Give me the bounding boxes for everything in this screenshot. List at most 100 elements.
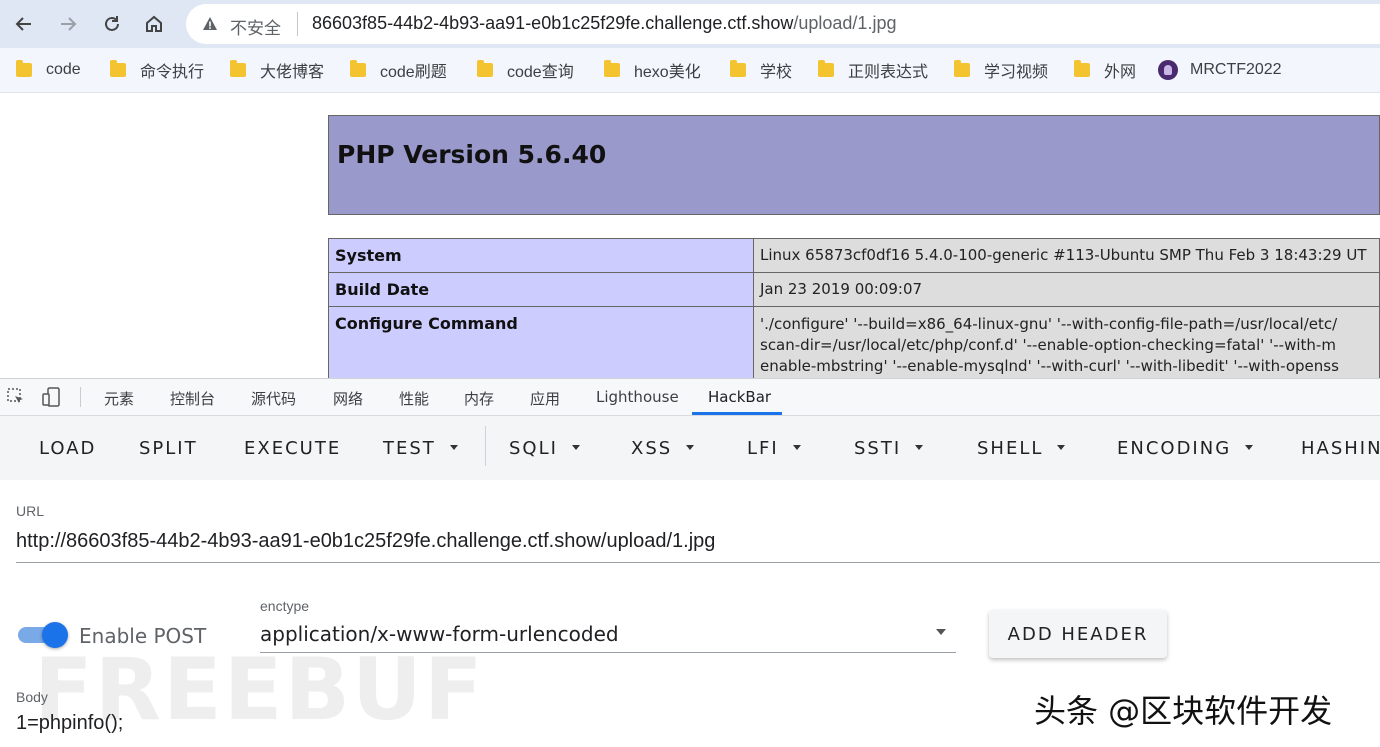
- load-button[interactable]: LOAD: [39, 438, 96, 459]
- bookmark-folder-code-query[interactable]: code查询: [477, 58, 574, 82]
- tab-network[interactable]: 网络: [333, 388, 363, 409]
- toolbar-divider: [485, 426, 486, 466]
- bookmark-label: code查询: [507, 64, 574, 81]
- phpinfo-header: PHP Version 5.6.40: [328, 115, 1380, 215]
- bookmark-folder-code-practice[interactable]: code刷题: [350, 58, 447, 82]
- folder-icon: [110, 60, 126, 77]
- folder-icon: [1074, 60, 1090, 77]
- bookmark-folder-videos[interactable]: 学习视频: [954, 58, 1048, 82]
- bookmark-label: 命令执行: [140, 64, 205, 81]
- bookmark-mrctf2022[interactable]: MRCTF2022: [1158, 58, 1282, 82]
- folder-icon: [230, 60, 246, 77]
- ssti-label: SSTI: [854, 438, 902, 459]
- tab-memory[interactable]: 内存: [464, 388, 494, 409]
- lfi-menu-button[interactable]: LFI: [747, 438, 801, 459]
- reload-icon: [105, 16, 119, 31]
- home-button[interactable]: [138, 8, 170, 40]
- shell-label: SHELL: [977, 438, 1044, 459]
- back-button[interactable]: [8, 8, 40, 40]
- chevron-down-icon: [686, 444, 695, 450]
- source-watermark-caption: 头条 @区块软件开发: [1034, 692, 1333, 730]
- address-bar[interactable]: 不安全 86603f85-44b2-4b93-aa91-e0b1c25f29fe…: [186, 4, 1380, 44]
- row-value: './configure' '--build=x86_64-linux-gnu'…: [753, 306, 1380, 389]
- tab-hackbar[interactable]: HackBar: [708, 388, 771, 406]
- bookmarks-bar: code 命令执行 大佬博客 code刷题 code查询 hexo美化 学校 正…: [0, 48, 1380, 93]
- table-row: Build Date Jan 23 2019 00:09:07: [328, 272, 1380, 307]
- sqli-menu-button[interactable]: SQLI: [509, 438, 580, 459]
- body-textarea[interactable]: 1=phpinfo();: [16, 712, 816, 738]
- url-input[interactable]: [16, 520, 1380, 563]
- table-row: System Linux 65873cf0df16 5.4.0-100-gene…: [328, 238, 1380, 273]
- php-version-title: PHP Version 5.6.40: [337, 140, 607, 169]
- body-field-label: Body: [16, 689, 48, 705]
- shell-menu-button[interactable]: SHELL: [977, 438, 1066, 459]
- configure-line: scan-dir=/usr/local/etc/php/conf.d' '--e…: [760, 336, 1336, 354]
- tab-performance[interactable]: 性能: [399, 388, 429, 409]
- tab-sources[interactable]: 源代码: [251, 388, 296, 409]
- chevron-down-icon: [915, 444, 924, 450]
- bookmark-folder-hexo[interactable]: hexo美化: [604, 58, 701, 82]
- url-host: 86603f85-44b2-4b93-aa91-e0b1c25f29fe.cha…: [312, 13, 794, 33]
- execute-button[interactable]: EXECUTE: [244, 438, 341, 459]
- hashing-menu-button[interactable]: HASHIN: [1301, 438, 1380, 459]
- xss-menu-button[interactable]: XSS: [631, 438, 695, 459]
- ssti-menu-button[interactable]: SSTI: [854, 438, 924, 459]
- url-path: /upload/1.jpg: [793, 13, 897, 33]
- bookmark-folder-external[interactable]: 外网: [1074, 58, 1136, 82]
- tab-console[interactable]: 控制台: [170, 388, 215, 409]
- chevron-down-icon: [1245, 444, 1254, 450]
- bookmark-label: code: [46, 61, 81, 78]
- bookmark-label: 外网: [1104, 64, 1137, 81]
- warning-triangle-icon[interactable]: [202, 16, 218, 32]
- row-label: System: [328, 238, 754, 273]
- configure-line: enable-mbstring' '--enable-mysqlnd' '--w…: [760, 357, 1339, 375]
- tab-divider: [80, 387, 81, 407]
- chevron-down-icon: [1057, 444, 1066, 450]
- folder-icon: [818, 60, 834, 77]
- folder-icon: [350, 60, 366, 77]
- test-menu-button[interactable]: TEST: [383, 438, 458, 459]
- mrctf-logo-icon: [1158, 60, 1178, 80]
- phpinfo-table: System Linux 65873cf0df16 5.4.0-100-gene…: [328, 238, 1380, 389]
- encoding-label: ENCODING: [1117, 438, 1232, 459]
- bookmark-folder-blogs[interactable]: 大佬博客: [230, 58, 324, 82]
- enctype-label: enctype: [260, 598, 310, 614]
- row-value: Jan 23 2019 00:09:07: [753, 272, 1380, 307]
- url-field-label: URL: [16, 503, 45, 519]
- chevron-down-icon: [449, 444, 458, 450]
- chevron-down-icon: [792, 444, 801, 450]
- row-label: Build Date: [328, 272, 754, 307]
- inspect-element-icon[interactable]: [6, 387, 26, 407]
- xss-label: XSS: [631, 438, 673, 459]
- bookmark-label: 正则表达式: [848, 64, 929, 81]
- chevron-down-icon: [571, 444, 580, 450]
- bookmark-folder-code[interactable]: code: [16, 58, 81, 82]
- bookmark-label: 学习视频: [984, 64, 1049, 81]
- lfi-label: LFI: [747, 438, 779, 459]
- configure-line: './configure' '--build=x86_64-linux-gnu'…: [760, 315, 1338, 333]
- security-status-label[interactable]: 不安全: [230, 14, 281, 39]
- bookmark-folder-command-exec[interactable]: 命令执行: [110, 58, 204, 82]
- device-toolbar-icon[interactable]: [42, 387, 62, 407]
- address-url[interactable]: 86603f85-44b2-4b93-aa91-e0b1c25f29fe.cha…: [312, 13, 896, 34]
- tab-lighthouse[interactable]: Lighthouse: [596, 388, 679, 406]
- bookmark-folder-regex[interactable]: 正则表达式: [818, 58, 928, 82]
- test-label: TEST: [383, 438, 436, 459]
- add-header-button[interactable]: ADD HEADER: [989, 610, 1167, 658]
- hackbar-toolbar: LOAD SPLIT EXECUTE TEST SQLI XSS LFI SST…: [0, 416, 1380, 480]
- home-icon: [146, 15, 162, 32]
- bookmark-label: 大佬博客: [260, 64, 325, 81]
- bookmark-folder-school[interactable]: 学校: [730, 58, 792, 82]
- split-button[interactable]: SPLIT: [139, 438, 198, 459]
- reload-button[interactable]: [96, 8, 128, 40]
- bookmark-label: MRCTF2022: [1190, 61, 1282, 78]
- tab-application[interactable]: 应用: [530, 388, 560, 409]
- chevron-down-icon: [936, 629, 946, 635]
- row-value: Linux 65873cf0df16 5.4.0-100-generic #11…: [753, 238, 1380, 273]
- tab-elements[interactable]: 元素: [104, 388, 134, 409]
- folder-icon: [16, 60, 32, 77]
- encoding-menu-button[interactable]: ENCODING: [1117, 438, 1254, 459]
- folder-icon: [477, 60, 493, 77]
- devtools-tab-bar: 元素 控制台 源代码 网络 性能 内存 应用 Lighthouse HackBa…: [0, 379, 1380, 416]
- forward-button[interactable]: [52, 8, 84, 40]
